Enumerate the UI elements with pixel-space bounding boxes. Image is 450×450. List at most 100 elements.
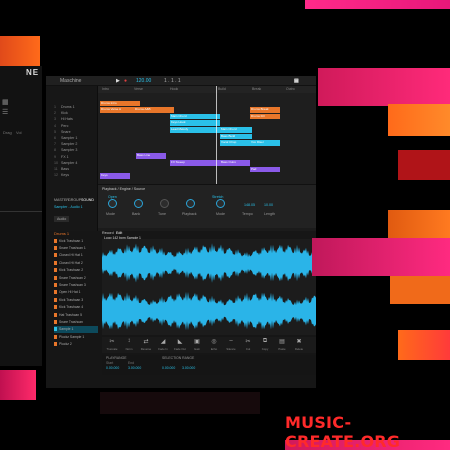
playhead[interactable] <box>216 86 217 186</box>
decorative-stripe <box>390 276 450 304</box>
clip[interactable]: Drums Break <box>250 107 280 113</box>
audio-dropdown[interactable]: Audio <box>54 216 70 222</box>
scene-label[interactable]: Build <box>218 87 226 91</box>
browser-label: Vol <box>16 130 22 135</box>
selection-start-value[interactable]: 0.00.000 <box>162 366 175 370</box>
clip[interactable]: Lead Melody <box>170 127 220 133</box>
clip[interactable]: Keys <box>100 173 130 179</box>
track-number: 5 <box>54 129 56 134</box>
clip[interactable]: FX Sweep <box>170 160 220 166</box>
slot-name: Closed Hi Hat 2 <box>59 260 83 265</box>
sound-slot[interactable]: Kick Trashcan 2 <box>54 267 98 274</box>
clip[interactable]: Vox Riser <box>250 140 280 146</box>
sound-slot[interactable]: Hat Trashcan 5 <box>54 311 98 318</box>
sound-slot[interactable]: Kick Trashcan 4 <box>54 304 98 311</box>
clip[interactable]: Main Chord <box>170 113 220 120</box>
track-row[interactable]: 12 Keys <box>54 172 98 178</box>
slot-color-swatch <box>54 334 57 339</box>
tool-icon[interactable]: ↕ <box>123 338 135 344</box>
grid-icon[interactable]: ▦ <box>2 98 9 106</box>
playback-knob[interactable] <box>186 199 195 208</box>
sound-slot[interactable]: Open Hi Hat 1 <box>54 289 98 296</box>
group-name[interactable]: Drums 1 <box>54 231 69 236</box>
slot-name: Snare Trashcan 2 <box>59 275 86 280</box>
tool-icon[interactable]: ▣ <box>191 338 203 345</box>
sound-slot[interactable]: Snare Trashcan <box>54 318 98 325</box>
track-number: 10 <box>54 160 58 165</box>
tool-icon[interactable]: – <box>225 338 237 344</box>
tool-icon[interactable]: ▤ <box>276 338 288 345</box>
bank-knob[interactable] <box>134 199 143 208</box>
selection-end-value[interactable]: 3.00.000 <box>182 366 195 370</box>
sound-slot[interactable]: Pluckz Sample 1 <box>54 333 98 340</box>
clip[interactable]: Bass Line <box>136 153 166 159</box>
sound-slot[interactable]: Kick Trashcan 1 <box>54 237 98 244</box>
tool-icon[interactable]: ⇄ <box>140 338 152 345</box>
track-number: 1 <box>54 105 56 110</box>
clip[interactable]: Vocal Chop <box>220 140 252 146</box>
tool-icon[interactable]: ◣ <box>174 338 186 345</box>
param-label: Length <box>264 212 275 216</box>
clip[interactable]: Main Chord <box>220 127 252 133</box>
scene-label[interactable]: Verse <box>134 87 143 91</box>
track-list: 1 Drums 1 2 Kick 3 Hi Hats 4 Perc 5 Snare 6 Sampler… <box>54 104 98 178</box>
mode-knob[interactable] <box>108 199 117 208</box>
tool-icon[interactable]: ◎ <box>208 338 220 345</box>
sound-slot[interactable]: Closed Hi Hat 2 <box>54 259 98 266</box>
sound-slot[interactable]: Kick Trashcan 3 <box>54 296 98 303</box>
tempo-value[interactable]: 148.05 <box>244 203 255 207</box>
tempo-display[interactable]: 120.00 <box>136 78 151 84</box>
slot-name: Snare Trashcan <box>59 319 83 324</box>
waveform-display[interactable] <box>102 239 316 335</box>
sound-slot[interactable]: Snare Trashcan 3 <box>54 281 98 288</box>
tool-icon[interactable]: ✂ <box>106 338 118 345</box>
clip[interactable]: Drums Intro <box>100 100 140 107</box>
sound-slot[interactable]: Sample 1 <box>54 325 98 334</box>
stretch-mode-knob[interactable] <box>216 199 225 208</box>
clip[interactable]: Keys Hook <box>170 120 220 126</box>
clip[interactable]: Bass Outro <box>220 160 250 166</box>
slot-name: Snare Trashcan 3 <box>59 283 86 288</box>
start-value[interactable]: 0.00.000 <box>106 366 119 370</box>
tab-master[interactable]: MASTER <box>54 198 69 202</box>
scene-label[interactable]: Break <box>252 87 261 91</box>
end-value[interactable]: 3.00.000 <box>128 366 141 370</box>
sound-slot[interactable]: Snare Trashcan 2 <box>54 274 98 281</box>
sound-slot-list: Kick Trashcan 1 Snare Trashcan 1 Closed Hi… <box>54 237 98 348</box>
slot-color-swatch <box>54 253 57 258</box>
sound-slot[interactable]: Pluckz 2 <box>54 340 98 347</box>
tab-group[interactable]: GROUP <box>68 198 81 202</box>
tool-icon[interactable]: ◢ <box>157 338 169 345</box>
tool-icon[interactable]: ⧉ <box>259 338 271 345</box>
track-number: 11 <box>54 166 58 171</box>
sound-slot[interactable]: Closed Hi Hat 1 <box>54 252 98 259</box>
param-label: Bank <box>132 212 141 216</box>
tool-icon[interactable]: ✂ <box>242 338 254 345</box>
preset-name[interactable]: Sampler - Audio 1 <box>54 205 83 209</box>
scene-label[interactable]: Hook <box>170 87 178 91</box>
app-title: Maschine <box>60 78 82 84</box>
param-label: Mode <box>216 212 225 216</box>
clip[interactable]: Drums A&B <box>134 107 174 113</box>
clip[interactable]: Drums Fill <box>250 113 280 120</box>
list-icon[interactable]: ☰ <box>2 108 8 116</box>
tool-label: Delete <box>294 347 304 351</box>
scene-label[interactable]: Outro <box>286 87 295 91</box>
browser-label: Drag <box>3 130 12 135</box>
tab-record[interactable]: Record <box>102 231 114 235</box>
clip[interactable]: Pad <box>250 166 280 173</box>
tool-icon[interactable]: ✖ <box>293 338 305 345</box>
record-icon[interactable]: ● <box>124 78 127 84</box>
track-number: 12 <box>54 173 58 178</box>
slot-color-swatch <box>54 305 57 310</box>
clip[interactable]: Bass Build <box>220 133 252 140</box>
tool-label: Fade In <box>158 347 168 351</box>
scene-label[interactable]: Intro <box>102 87 109 91</box>
tab-sound[interactable]: SOUND <box>81 198 94 202</box>
track-name: Hi Hats <box>61 117 73 122</box>
play-icon[interactable]: ▶ <box>116 78 120 84</box>
sound-slot[interactable]: Snare Trashcan 1 <box>54 244 98 251</box>
length-value[interactable]: 10.00 <box>264 203 273 207</box>
tab-edit[interactable]: Edit <box>116 231 122 235</box>
tune-knob[interactable] <box>160 199 169 208</box>
